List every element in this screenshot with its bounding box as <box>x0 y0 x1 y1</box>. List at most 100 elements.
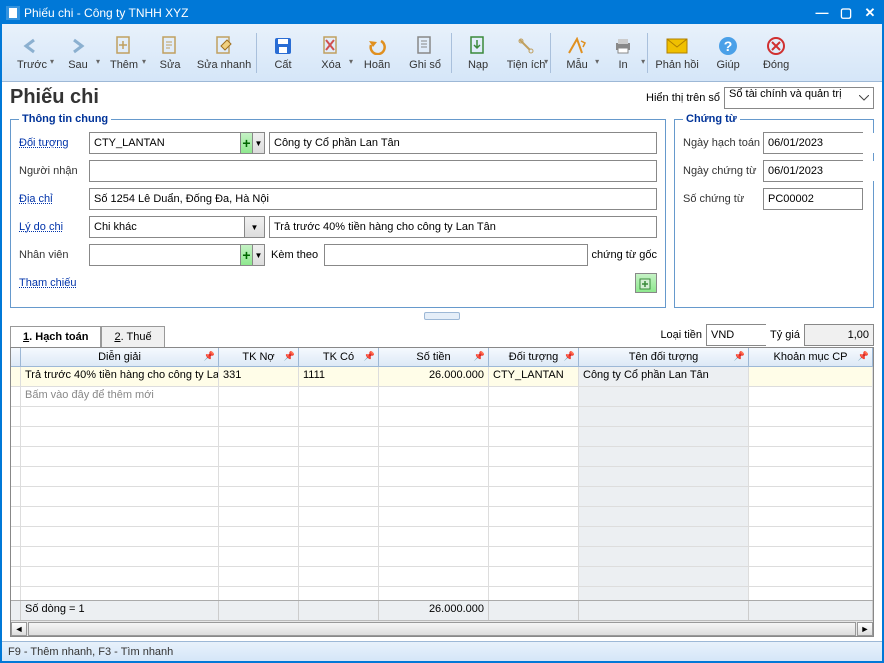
grid-header: Diễn giải📌 TK Nợ📌 TK Có📌 Số tiền📌 Đối tư… <box>11 348 873 367</box>
address-label[interactable]: Địa chỉ <box>19 193 89 205</box>
undo-icon <box>366 35 388 57</box>
employee-add-icon[interactable]: + <box>240 245 252 265</box>
save-icon <box>272 35 294 57</box>
delete-button[interactable]: Xóa <box>307 27 355 79</box>
reference-label[interactable]: Tham chiếu <box>19 277 89 289</box>
currency-label: Loại tiền <box>660 329 702 341</box>
status-text: F9 - Thêm nhanh, F3 - Tìm nhanh <box>8 646 173 658</box>
row-count: Số dòng = 1 <box>21 601 219 620</box>
subject-add-icon[interactable]: + <box>240 133 252 153</box>
template-icon <box>566 35 588 57</box>
close-button[interactable]: Đóng <box>752 27 800 79</box>
general-info-group: Thông tin chung Đối tượng + ▼ Người nhận… <box>10 113 666 308</box>
receiver-label: Người nhận <box>19 165 89 177</box>
attach-input[interactable] <box>324 244 587 266</box>
svg-text:?: ? <box>724 38 733 54</box>
window-title: Phiếu chi - Công ty TNHH XYZ <box>24 6 814 20</box>
col-amount[interactable]: Số tiền📌 <box>379 348 489 366</box>
voucher-no-label: Số chứng từ <box>683 193 763 205</box>
post-date-label: Ngày hạch toán <box>683 137 763 149</box>
print-icon <box>612 35 634 57</box>
scroll-thumb[interactable] <box>28 622 856 636</box>
table-row[interactable]: Trả trước 40% tiền hàng cho công ty La 3… <box>11 367 873 387</box>
reference-add-button[interactable] <box>635 273 657 293</box>
load-icon <box>467 35 489 57</box>
doc-quickedit-icon <box>213 35 235 57</box>
maximize-button[interactable]: ▢ <box>838 5 854 21</box>
display-on-label: Hiển thị trên sổ <box>646 92 720 104</box>
total-amount: 26.000.000 <box>379 601 489 620</box>
voucher-date-label: Ngày chứng từ <box>683 165 763 177</box>
help-icon: ? <box>717 35 739 57</box>
voucher-date-input[interactable]: ▼ <box>763 160 863 182</box>
receiver-input[interactable] <box>89 160 657 182</box>
rate-label: Tỷ giá <box>770 329 800 341</box>
attach-label: Kèm theo <box>271 249 318 261</box>
post-button[interactable]: Ghi sổ <box>401 27 449 79</box>
reason-text-input[interactable] <box>269 216 657 238</box>
prev-button[interactable]: Trước <box>8 27 56 79</box>
grid-footer: Số dòng = 1 26.000.000 <box>11 600 873 620</box>
add-button[interactable]: Thêm <box>100 27 148 79</box>
accounting-grid: Diễn giải📌 TK Nợ📌 TK Có📌 Số tiền📌 Đối tư… <box>10 347 874 637</box>
detail-tabs: 1. Hạch toán 2. Thuế <box>10 326 660 347</box>
main-content: Phiếu chi Hiển thị trên sổ Sổ tài chính … <box>2 82 882 641</box>
doc-add-icon <box>113 35 135 57</box>
post-date-input[interactable]: ▼ <box>763 132 863 154</box>
display-on-select[interactable]: Sổ tài chính và quản trị <box>724 87 874 109</box>
employee-input[interactable] <box>90 245 240 265</box>
rate-input <box>804 324 874 346</box>
feedback-button[interactable]: Phản hồi <box>650 27 704 79</box>
minimize-button[interactable]: — <box>814 5 830 21</box>
post-icon <box>414 35 436 57</box>
subject-code-combo[interactable]: + ▼ <box>89 132 265 154</box>
save-button[interactable]: Cất <box>259 27 307 79</box>
horizontal-scrollbar[interactable]: ◄ ► <box>11 620 873 636</box>
subject-label[interactable]: Đối tượng <box>19 137 89 149</box>
tab-accounting[interactable]: 1. Hạch toán <box>10 326 101 347</box>
next-button[interactable]: Sau <box>54 27 102 79</box>
col-cost-item[interactable]: Khoản mục CP📌 <box>749 348 873 366</box>
subject-name-input[interactable] <box>269 132 657 154</box>
status-bar: F9 - Thêm nhanh, F3 - Tìm nhanh <box>2 641 882 661</box>
employee-dropdown-icon[interactable]: ▼ <box>252 245 264 265</box>
currency-combo[interactable]: ▼ <box>706 324 766 346</box>
subject-dropdown-icon[interactable]: ▼ <box>252 133 264 153</box>
col-credit-acc[interactable]: TK Có📌 <box>299 348 379 366</box>
reason-dropdown-icon[interactable]: ▼ <box>244 217 264 237</box>
print-button[interactable]: In <box>599 27 647 79</box>
page-title: Phiếu chi <box>10 86 99 109</box>
template-button[interactable]: Mẫu <box>553 27 601 79</box>
expand-handle[interactable] <box>10 310 874 322</box>
voucher-group: Chứng từ Ngày hạch toán ▼ Ngày chứng từ … <box>674 113 874 308</box>
col-subject[interactable]: Đối tượng📌 <box>489 348 579 366</box>
col-description[interactable]: Diễn giải📌 <box>21 348 219 366</box>
edit-button[interactable]: Sửa <box>146 27 194 79</box>
tab-tax[interactable]: 2. Thuế <box>101 326 164 347</box>
close-window-button[interactable]: ✕ <box>862 5 878 21</box>
reason-code-combo[interactable]: ▼ <box>89 216 265 238</box>
app-icon <box>6 6 20 20</box>
help-button[interactable]: ?Giúp <box>704 27 752 79</box>
quickedit-button[interactable]: Sửa nhanh <box>194 27 254 79</box>
undo-button[interactable]: Hoãn <box>353 27 401 79</box>
arrow-left-icon <box>21 35 43 57</box>
utility-button[interactable]: Tiện ích <box>502 27 550 79</box>
address-input[interactable] <box>89 188 657 210</box>
attach-suffix: chứng từ gốc <box>592 249 657 261</box>
subject-code-input[interactable] <box>90 133 240 153</box>
add-row-placeholder[interactable]: Bấm vào đây để thêm mới <box>11 387 873 407</box>
voucher-no-input[interactable] <box>763 188 863 210</box>
col-subject-name[interactable]: Tên đối tượng📌 <box>579 348 749 366</box>
voucher-legend: Chứng từ <box>683 113 740 125</box>
scroll-left-icon[interactable]: ◄ <box>11 622 27 636</box>
scroll-right-icon[interactable]: ► <box>857 622 873 636</box>
delete-icon <box>320 35 342 57</box>
reason-code-input[interactable] <box>90 217 244 237</box>
title-bar: Phiếu chi - Công ty TNHH XYZ — ▢ ✕ <box>2 2 882 24</box>
load-button[interactable]: Nạp <box>454 27 502 79</box>
col-debit-acc[interactable]: TK Nợ📌 <box>219 348 299 366</box>
reason-label[interactable]: Lý do chi <box>19 221 89 233</box>
employee-combo[interactable]: + ▼ <box>89 244 265 266</box>
grid-body[interactable]: Trả trước 40% tiền hàng cho công ty La 3… <box>11 367 873 600</box>
